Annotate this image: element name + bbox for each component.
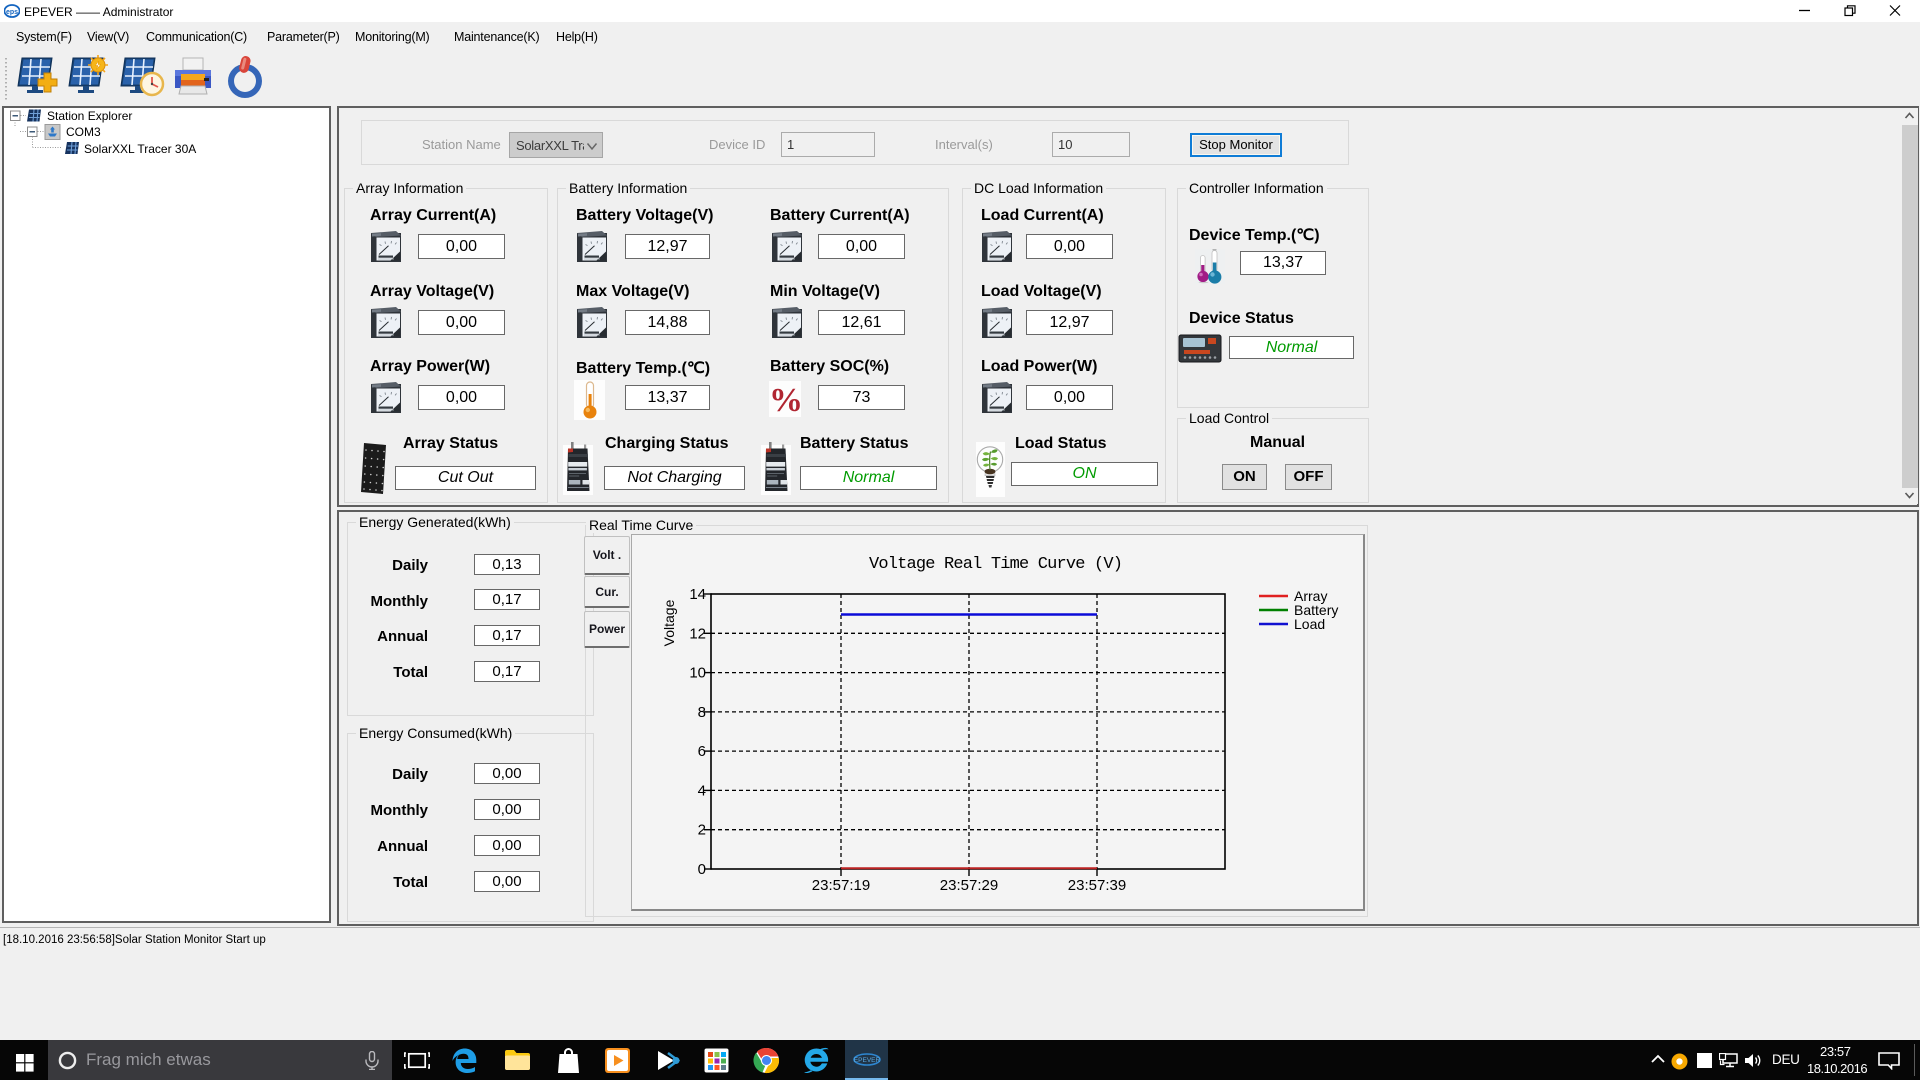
svg-text:6: 6 (698, 743, 706, 760)
svg-text:12: 12 (689, 625, 706, 642)
svg-text:2: 2 (698, 822, 706, 839)
svg-text:0: 0 (698, 861, 706, 878)
svg-text:23:57:39: 23:57:39 (1068, 877, 1126, 894)
svg-text:EPEVER: EPEVER (854, 1057, 881, 1064)
svg-text:4: 4 (698, 782, 706, 799)
svg-text:14: 14 (689, 586, 706, 603)
svg-text:Voltage: Voltage (661, 599, 677, 646)
svg-text:23:57:29: 23:57:29 (940, 877, 998, 894)
svg-text:Voltage Real Time Curve (V): Voltage Real Time Curve (V) (869, 555, 1123, 574)
svg-text:Load: Load (1294, 616, 1325, 632)
svg-text:23:57:19: 23:57:19 (812, 877, 870, 894)
svg-text:10: 10 (689, 665, 706, 682)
svg-text:eps: eps (6, 9, 18, 16)
svg-text:8: 8 (698, 704, 706, 721)
svg-text:%: % (769, 382, 803, 417)
